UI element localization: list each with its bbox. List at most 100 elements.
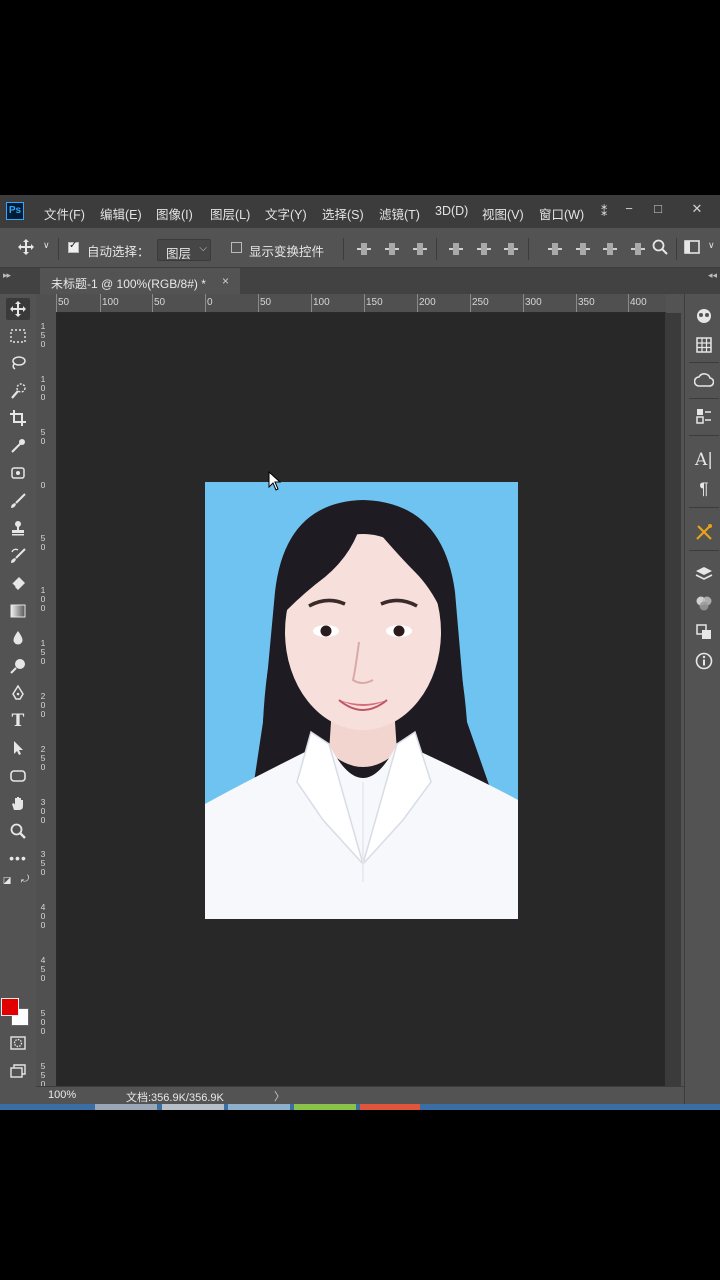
- move-tool-icon[interactable]: [6, 298, 30, 320]
- preset-dropdown-chevron-icon[interactable]: ∨: [43, 240, 50, 251]
- path-select-tool-icon[interactable]: [6, 737, 30, 759]
- zoom-tool-icon[interactable]: [6, 820, 30, 842]
- eyedropper-tool-icon[interactable]: [6, 435, 30, 457]
- foreground-color-swatch[interactable]: [1, 998, 19, 1016]
- quick-mask-icon[interactable]: [6, 1032, 30, 1054]
- workspace-icon[interactable]: [684, 239, 700, 258]
- patch-tool-icon[interactable]: [6, 462, 30, 484]
- move-tool-preset-icon[interactable]: [18, 239, 34, 258]
- ruler-label: 50: [40, 533, 46, 552]
- options-bar: ∨ 自动选择： 图层 ⌵ 显示变换控件 ∨: [0, 229, 720, 268]
- minimize-icon[interactable]: −: [616, 198, 642, 222]
- stamp-tool-icon[interactable]: [6, 517, 30, 539]
- tool-presets-icon[interactable]: [692, 520, 716, 544]
- restore-icon[interactable]: □: [645, 198, 671, 222]
- creative-cloud-icon[interactable]: [692, 368, 716, 392]
- type-tool-icon[interactable]: T: [6, 710, 30, 732]
- collapse-toolbar-icon[interactable]: ▸▸: [3, 270, 11, 281]
- distribute-left-icon[interactable]: [631, 242, 645, 256]
- canvas-area[interactable]: [57, 313, 665, 1086]
- search-icon[interactable]: [652, 239, 668, 258]
- history-brush-tool-icon[interactable]: [6, 545, 30, 567]
- id-photo-image[interactable]: [205, 482, 518, 919]
- menu-type[interactable]: 文字(Y): [265, 204, 307, 223]
- ruler-label: 50: [58, 297, 70, 308]
- align-vertical-center-icon[interactable]: [385, 242, 399, 256]
- lasso-tool-icon[interactable]: [6, 352, 30, 374]
- horizontal-ruler[interactable]: 50 100 50 0 50 100 150 200 250 300 350 4…: [56, 294, 666, 313]
- mouse-cursor-icon: [268, 471, 282, 491]
- menu-window[interactable]: 窗口(W): [539, 204, 584, 223]
- taskbar-thumbnail[interactable]: [162, 1104, 224, 1110]
- ruler-tick: [364, 294, 365, 312]
- menu-file[interactable]: 文件(F): [44, 204, 85, 223]
- distribute-center-icon[interactable]: [576, 242, 590, 256]
- collapse-panels-icon[interactable]: ◂◂: [708, 270, 717, 281]
- more-tools-icon[interactable]: •••: [6, 847, 30, 869]
- chevron-down-icon: ⌵: [199, 243, 207, 254]
- ruler-tick: [100, 294, 101, 312]
- align-horizontal-center-icon[interactable]: [477, 242, 491, 256]
- shape-tool-icon[interactable]: [6, 765, 30, 787]
- paragraph-panel-icon[interactable]: ¶: [692, 477, 716, 501]
- status-menu-arrow-icon[interactable]: 〉: [274, 1088, 285, 1104]
- info-icon[interactable]: [692, 649, 716, 673]
- taskbar-thumbnail[interactable]: [360, 1104, 420, 1110]
- brush-tool-icon[interactable]: [6, 490, 30, 512]
- screen-mode-icon[interactable]: [6, 1060, 30, 1082]
- ruler-label: 100: [40, 374, 46, 402]
- menu-layer[interactable]: 图层(L): [210, 204, 250, 223]
- close-icon[interactable]: ✕: [684, 198, 710, 222]
- menu-edit[interactable]: 编辑(E): [100, 204, 142, 223]
- align-bottom-icon[interactable]: [413, 242, 427, 256]
- menu-view[interactable]: 视图(V): [482, 204, 524, 223]
- ruler-label: 150: [40, 321, 46, 349]
- crop-tool-icon[interactable]: [6, 407, 30, 429]
- align-right-icon[interactable]: [504, 242, 518, 256]
- layers-icon[interactable]: [692, 562, 716, 586]
- dodge-tool-icon[interactable]: [6, 655, 30, 677]
- swatches-icon[interactable]: [692, 333, 716, 357]
- character-panel-icon[interactable]: A|: [692, 448, 716, 472]
- show-transform-controls-checkbox[interactable]: [231, 242, 242, 253]
- ruler-label: 200: [40, 691, 46, 719]
- workspace-chevron-icon[interactable]: ∨: [708, 240, 715, 251]
- ruler-tick: [311, 294, 312, 312]
- taskbar-thumbnail[interactable]: [294, 1104, 356, 1110]
- ruler-label: 450: [40, 955, 46, 983]
- vertical-ruler[interactable]: 150 100 50 0 50 100 150 200 250 300 350 …: [36, 312, 57, 1087]
- auto-select-checkbox[interactable]: [68, 240, 79, 253]
- paths-icon[interactable]: [692, 620, 716, 644]
- libraries-icon[interactable]: [692, 304, 716, 328]
- document-tab[interactable]: 未标题-1 @ 100%(RGB/8#) * ×: [40, 268, 240, 294]
- close-tab-icon[interactable]: ×: [222, 274, 229, 288]
- quick-select-tool-icon[interactable]: [6, 380, 30, 402]
- auto-select-target-dropdown[interactable]: 图层 ⌵: [157, 239, 211, 261]
- menu-overflow[interactable]: ⁑: [601, 204, 607, 219]
- properties-icon[interactable]: [692, 404, 716, 428]
- distribute-bottom-icon[interactable]: [603, 242, 617, 256]
- hand-tool-icon[interactable]: [6, 792, 30, 814]
- taskbar-thumbnail[interactable]: [228, 1104, 290, 1110]
- swap-colors-icon[interactable]: ⤾: [18, 874, 32, 886]
- menu-image[interactable]: 图像(I): [156, 204, 193, 223]
- zoom-level-field[interactable]: 100%: [48, 1089, 76, 1101]
- distribute-top-icon[interactable]: [548, 242, 562, 256]
- marquee-tool-icon[interactable]: [6, 325, 30, 347]
- ruler-label: 50: [40, 427, 46, 446]
- align-top-icon[interactable]: [357, 242, 371, 256]
- vertical-scrollbar[interactable]: [665, 313, 681, 1086]
- ruler-label: 150: [40, 638, 46, 666]
- taskbar-thumbnail[interactable]: [95, 1104, 157, 1110]
- menu-select[interactable]: 选择(S): [322, 204, 364, 223]
- pen-tool-icon[interactable]: [6, 682, 30, 704]
- menu-3d[interactable]: 3D(D): [435, 204, 468, 218]
- default-colors-icon[interactable]: ◪: [0, 874, 14, 886]
- eraser-tool-icon[interactable]: [6, 572, 30, 594]
- menu-filter[interactable]: 滤镜(T): [379, 204, 420, 223]
- align-left-icon[interactable]: [449, 242, 463, 256]
- channels-icon[interactable]: [692, 591, 716, 615]
- gradient-tool-icon[interactable]: [6, 600, 30, 622]
- blur-tool-icon[interactable]: [6, 627, 30, 649]
- menu-bar: Ps 文件(F) 编辑(E) 图像(I) 图层(L) 文字(Y) 选择(S) 滤…: [0, 195, 720, 228]
